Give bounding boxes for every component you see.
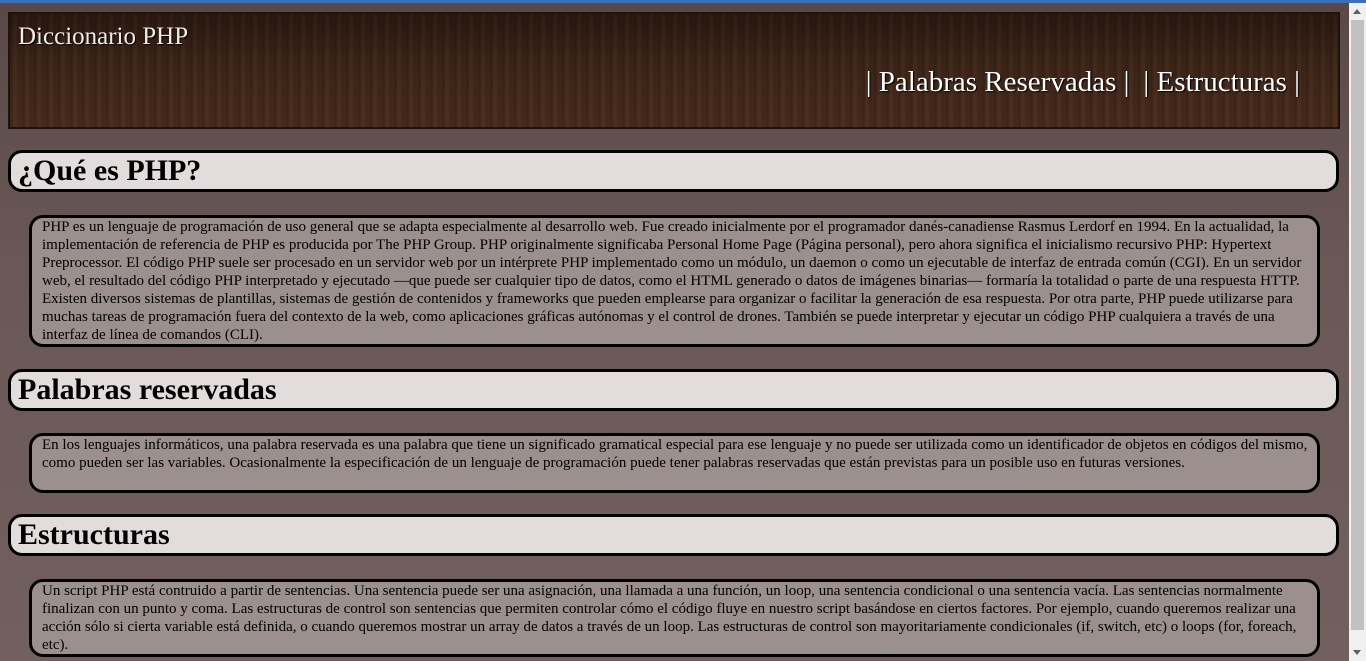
section-heading-palabras-reservadas: Palabras reservadas xyxy=(8,369,1339,411)
section-text-estructuras: Un script PHP está contruido a partir de… xyxy=(29,579,1320,657)
scroll-up-arrow-icon[interactable] xyxy=(1349,3,1366,20)
nav-link-estructuras[interactable]: | Estructuras | xyxy=(1143,66,1300,98)
section-text-que-es-php: PHP es un lenguaje de programación de us… xyxy=(29,215,1320,347)
site-title: Diccionario PHP xyxy=(18,23,189,50)
section-heading-que-es-php: ¿Qué es PHP? xyxy=(8,150,1339,192)
scroll-down-arrow-icon[interactable] xyxy=(1349,644,1366,661)
site-header: Diccionario PHP | Palabras Reservadas | |… xyxy=(8,12,1340,129)
page-content: Diccionario PHP | Palabras Reservadas | |… xyxy=(0,3,1349,661)
vertical-scrollbar[interactable] xyxy=(1349,3,1366,661)
section-heading-estructuras: Estructuras xyxy=(8,514,1339,556)
main-nav: | Palabras Reservadas | | Estructuras | xyxy=(866,66,1300,99)
scrollbar-thumb[interactable] xyxy=(1351,20,1364,630)
nav-link-palabras-reservadas[interactable]: | Palabras Reservadas | xyxy=(866,66,1130,98)
section-text-palabras-reservadas: En los lenguajes informáticos, una palab… xyxy=(29,433,1320,493)
